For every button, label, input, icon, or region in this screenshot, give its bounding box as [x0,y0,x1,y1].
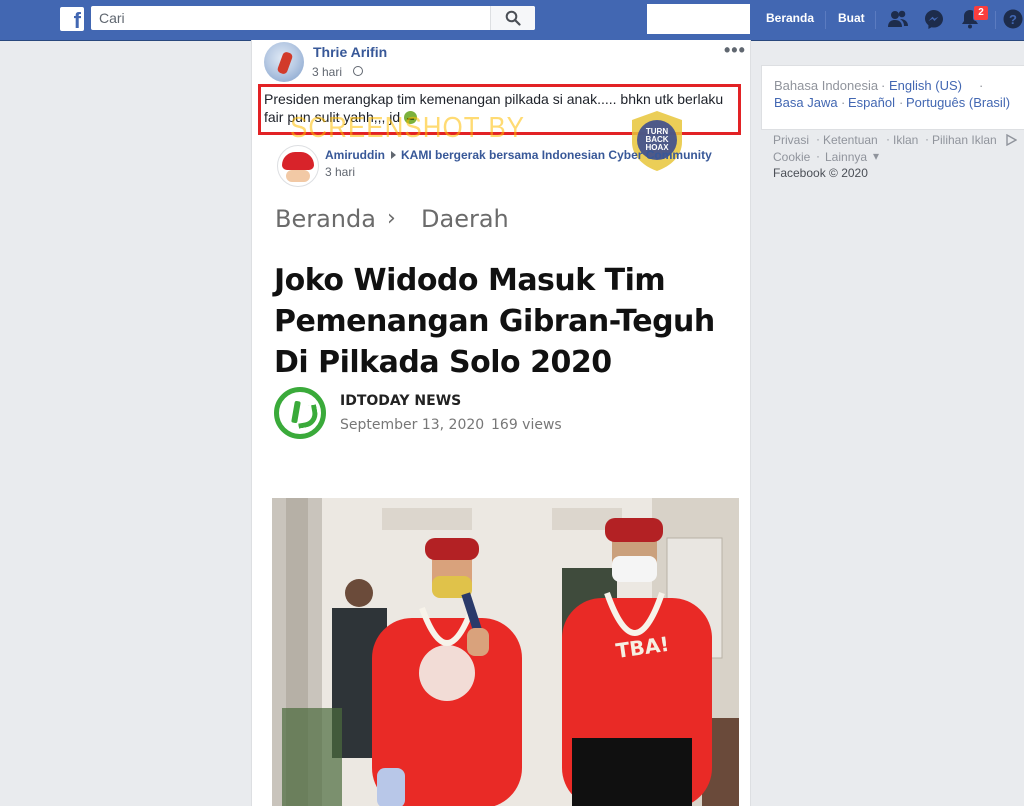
idtoday-logo-icon [274,387,326,439]
messenger-icon[interactable] [923,8,945,30]
profile-link-redacted[interactable] [647,4,750,34]
feed-post: Thrie Arifin 3 hari ••• Presiden merangk… [251,40,751,806]
language-option[interactable]: Basa Jawa [774,95,838,110]
home-link[interactable]: Beranda [766,11,814,25]
breadcrumb-separator: › [387,206,396,231]
article-photo: TBA! [272,498,739,806]
separator-dot: · [841,95,846,110]
nav-divider [995,11,996,29]
language-option[interactable]: Português (Brasil) [906,95,1010,110]
shared-timestamp[interactable]: 3 hari [325,165,355,179]
ad-choices-icon[interactable] [1005,134,1017,146]
nav-divider [875,11,876,29]
turnbackhoax-seal-icon: TURN BACK HOAX [632,111,682,171]
create-link[interactable]: Buat [838,11,865,25]
screenshot-watermark: SCREENSHOT BY [290,110,526,144]
article-source: IDTODAY NEWS [340,393,462,409]
separator-dot: · [816,149,820,163]
avatar[interactable] [264,42,304,82]
footer-link-terms[interactable]: Ketentuan [823,133,878,147]
separator-dot: ▾ [873,149,880,163]
search-icon [505,10,521,26]
footer-link-ad-choices[interactable]: Pilihan Iklan [932,133,997,147]
svg-text:?: ? [1009,12,1017,27]
breadcrumb-section: Daerah [421,205,509,233]
separator-dot: · [886,132,890,146]
help-icon[interactable]: ? [1002,8,1024,30]
public-globe-icon [353,66,363,76]
language-option[interactable]: English (US) [889,78,962,93]
shared-author[interactable]: Amiruddin [325,148,385,162]
shared-author-avatar[interactable] [277,145,319,187]
shared-to-arrow-icon [391,151,396,159]
copyright: Facebook © 2020 [773,166,868,180]
search-button[interactable] [490,6,535,30]
footer-link-privacy[interactable]: Privasi [773,133,809,147]
separator-dot: · [925,132,929,146]
language-option[interactable]: Español [848,95,895,110]
article-views: 169 views [491,417,562,433]
post-author[interactable]: Thrie Arifin [313,44,387,60]
footer-link-more[interactable]: Lainnya [825,150,867,164]
separator-dot: · [881,78,886,93]
language-box: Bahasa Indonesia · English (US) · Basa J… [761,65,1024,130]
separator-dot: · [979,78,984,93]
separator-dot: · [816,132,820,146]
separator-dot: · [899,95,904,110]
shared-article-image[interactable]: Beranda › Daerah Joko Widodo Masuk Tim P… [266,192,739,806]
search-box [91,6,535,30]
article-headline: Joko Widodo Masuk Tim Pemenangan Gibran-… [274,263,715,380]
language-current: Bahasa Indonesia [774,78,879,93]
facebook-logo-icon[interactable]: f [60,7,84,33]
footer-link-cookie[interactable]: Cookie [773,150,810,164]
article-date: September 13, 2020 [340,417,485,433]
breadcrumb-home: Beranda [275,205,376,233]
post-timestamp[interactable]: 3 hari [312,65,342,79]
friend-requests-icon[interactable] [887,8,909,30]
nav-divider [825,11,826,29]
post-options-button[interactable]: ••• [724,40,746,61]
footer-link-ads[interactable]: Iklan [893,133,918,147]
shared-group-link[interactable]: KAMI bergerak bersama Indonesian Cyber C… [401,148,712,162]
search-input[interactable] [91,6,489,30]
top-navigation-bar: f Beranda Buat 2 ? [0,0,1024,41]
notifications-badge: 2 [973,5,989,21]
